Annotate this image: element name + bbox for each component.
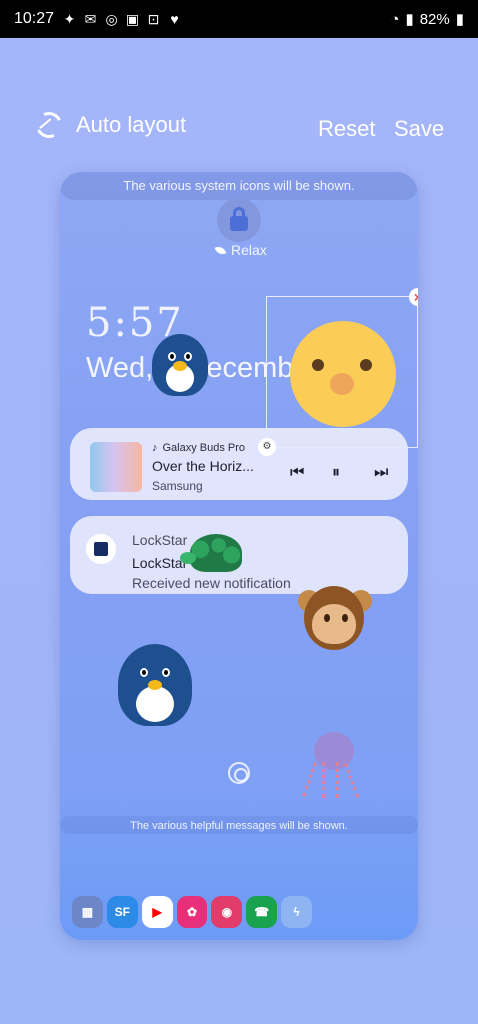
fingerprint-icon[interactable]	[228, 762, 250, 784]
battery-icon: ▮	[455, 11, 464, 28]
turtle-shell	[190, 534, 242, 572]
phone-shortcut[interactable]: ☎	[246, 896, 278, 928]
music-note-icon: ♪	[152, 442, 158, 454]
twitter-icon: ✦	[63, 10, 76, 27]
helpful-messages-hint: The various helpful messages will be sho…	[60, 816, 418, 834]
chick-beak	[330, 373, 354, 395]
penguin-sticker[interactable]	[118, 644, 192, 726]
leaf-icon	[214, 244, 227, 256]
lock-status-label: Relax	[231, 242, 267, 258]
monkey-eye	[342, 614, 348, 622]
lock-body	[230, 216, 248, 231]
media-title: Over the Horiz...	[152, 458, 254, 474]
media-artist: Samsung	[152, 479, 203, 493]
status-bar: 10:27 ✦ ✉ ◎ ▣ ⊡ ♥ ◔ ▮ 82% ▮	[0, 0, 478, 38]
turtle-sticker[interactable]	[180, 534, 242, 576]
system-icons-hint: The various system icons will be shown.	[60, 172, 418, 200]
gmail-icon: ✉	[84, 10, 97, 27]
monkey-muzzle	[312, 604, 356, 644]
signal-icon: ▮	[405, 11, 414, 28]
chick-sticker[interactable]	[290, 321, 396, 427]
screen-recorder-shortcut[interactable]: ◉	[211, 896, 243, 928]
flashlight-shortcut[interactable]: ϟ	[281, 896, 313, 928]
app-shortcuts: ▦ SF ▶ ✿ ◉ ☎ ϟ	[72, 896, 313, 930]
lock-icon: ⊡	[147, 10, 160, 27]
penguin-belly	[136, 686, 174, 722]
octopus-arm	[302, 762, 320, 798]
wifi-icon: ◔	[390, 10, 400, 28]
penguin-eye	[162, 668, 170, 677]
monkey-eye	[324, 614, 330, 622]
pause-icon[interactable]: ⏸	[332, 464, 340, 482]
penguin-eye	[140, 668, 148, 677]
bixby-flower-shortcut[interactable]: ✿	[176, 896, 208, 928]
battery-percent: 82%	[419, 10, 450, 28]
reset-button[interactable]: Reset	[318, 116, 375, 142]
penguin-eye	[184, 352, 192, 361]
penguin-beak	[148, 680, 162, 690]
notification-body: Received new notification	[132, 575, 291, 591]
album-art	[90, 442, 142, 492]
monkey-sticker[interactable]	[298, 586, 372, 652]
next-track-icon[interactable]: ⏭	[374, 464, 388, 482]
chick-eye	[360, 359, 372, 371]
octopus-arm	[344, 762, 362, 798]
status-time: 10:27	[14, 10, 55, 27]
youtube-shortcut[interactable]: ▶	[141, 896, 173, 928]
notification-title: LockStar	[132, 555, 188, 571]
penguin-eye	[168, 352, 176, 361]
media-source: ♪ Galaxy Buds Pro	[152, 442, 245, 454]
status-right: ◔ ▮ 82% ▮	[390, 10, 464, 29]
octopus-arm	[322, 762, 328, 798]
notification-app: LockStar	[132, 532, 188, 548]
save-button[interactable]: Save	[394, 116, 444, 142]
lock-icon	[217, 198, 261, 242]
lockstar-app-icon	[86, 534, 116, 564]
octopus-sticker[interactable]	[300, 732, 364, 802]
media-card[interactable]: ♪ Galaxy Buds Pro Over the Horiz... Sams…	[70, 428, 408, 500]
instagram-icon: ◎	[105, 10, 118, 27]
heart-icon: ♥	[170, 11, 179, 27]
sammy-fans-shortcut[interactable]: SF	[106, 896, 138, 928]
penguin-sticker[interactable]	[152, 334, 208, 396]
media-source-label: Galaxy Buds Pro	[162, 442, 246, 454]
lockscreen-preview: The various system icons will be shown. …	[60, 172, 418, 940]
octopus-arm	[336, 762, 342, 798]
top-bar: Auto layout Reset Save	[0, 108, 478, 150]
auto-layout-button[interactable]: Auto layout	[32, 108, 187, 142]
auto-layout-label: Auto layout	[76, 112, 187, 137]
auto-rotate-icon	[32, 108, 66, 142]
penguin-beak	[173, 361, 187, 371]
lock-status: Relax	[214, 242, 267, 258]
chick-eye	[312, 359, 324, 371]
notification-icons: ✦ ✉ ◎ ▣ ⊡ ♥	[62, 11, 182, 28]
widget-settings-icon[interactable]: ⚙	[258, 438, 276, 456]
apps-shortcut[interactable]: ▦	[72, 896, 103, 928]
turtle-head	[180, 552, 196, 564]
gallery-icon: ▣	[125, 10, 140, 27]
previous-track-icon[interactable]: ⏮	[290, 464, 304, 482]
